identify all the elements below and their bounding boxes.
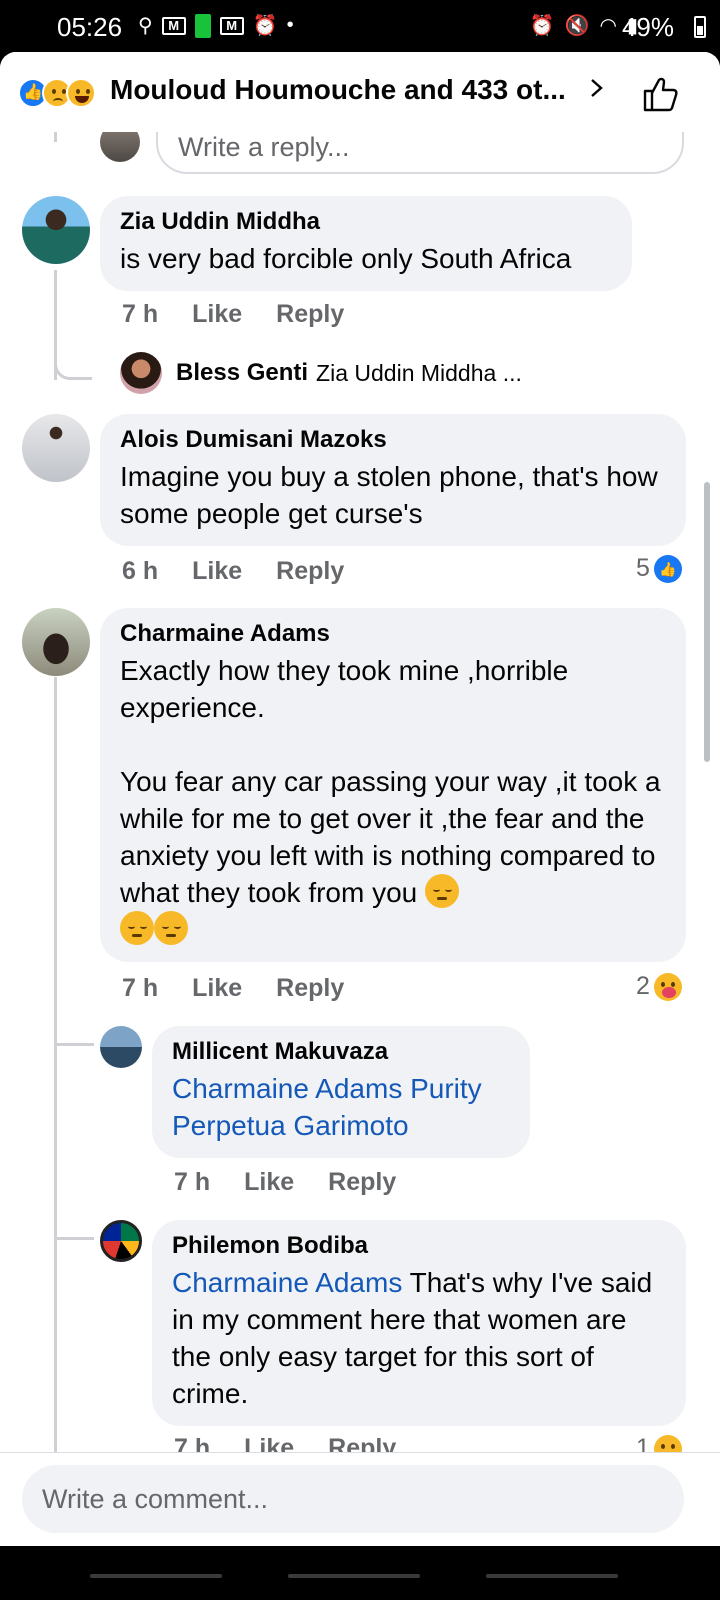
like-post-icon[interactable] (640, 74, 680, 114)
comment-author[interactable]: Alois Dumisani Mazoks (120, 426, 666, 454)
comment-input[interactable]: Write a comment... (22, 1465, 684, 1533)
comment-composer: Write a comment... (0, 1452, 720, 1546)
like-button[interactable]: Like (244, 1168, 294, 1197)
reply-button[interactable]: Reply (328, 1168, 396, 1197)
avatar[interactable] (100, 1220, 142, 1262)
reply-bubble[interactable]: Millicent Makuvaza Charmaine Adams Purit… (152, 1026, 530, 1158)
reply-author[interactable]: Philemon Bodiba (172, 1232, 666, 1260)
battery-percent: 49% (621, 12, 674, 42)
back-button[interactable] (486, 1574, 618, 1578)
like-button[interactable]: Like (192, 300, 242, 329)
comment-text: Imagine you buy a stolen phone, that's h… (120, 461, 666, 529)
mute-icon: 🔇 (564, 15, 590, 37)
comment-actions: 6 h Like Reply (122, 557, 344, 586)
haha-reaction-icon (66, 78, 96, 108)
care-reaction-icon (653, 972, 682, 1001)
like-button[interactable]: Like (192, 557, 242, 586)
mention-link[interactable]: Charmaine Adams Purity Perpetua Garimoto (172, 1073, 489, 1141)
comment-bubble[interactable]: Zia Uddin Middha is very bad forcible on… (100, 196, 632, 291)
reply-text: Charmaine Adams Purity Perpetua Garimoto (172, 1070, 510, 1144)
dot-icon: • (286, 14, 294, 36)
thread-connector (54, 1016, 94, 1046)
notification-icons: ⚲ M M ⏰ • (138, 13, 294, 38)
reaction-count[interactable]: 5 👍 (636, 554, 682, 583)
alarm-icon: ⏰ (252, 15, 278, 37)
reply-preview-text: Zia Uddin Middha ... (316, 359, 522, 386)
reply-preview[interactable]: Bless Genti Zia Uddin Middha ... (120, 352, 522, 394)
reply-button[interactable]: Reply (276, 557, 344, 586)
comment-time: 6 h (122, 557, 159, 585)
reply-time: 7 h (174, 1168, 211, 1196)
reply-button[interactable]: Reply (276, 974, 344, 1003)
alarm-status-icon: ⏰ (529, 15, 555, 37)
thread-line (54, 677, 57, 1452)
avatar[interactable] (100, 1026, 142, 1068)
comment-time: 7 h (122, 300, 159, 328)
home-button[interactable] (288, 1574, 420, 1578)
gmail-icon-2: M (219, 16, 244, 35)
pensive-emoji-icon (154, 911, 188, 945)
comment-bubble[interactable]: Charmaine Adams Exactly how they took mi… (100, 608, 686, 962)
comment-actions: 7 h Like Reply (122, 300, 344, 329)
comment-time: 7 h (122, 974, 159, 1002)
chevron-right-icon[interactable] (588, 79, 606, 97)
pensive-emoji-icon (425, 874, 460, 908)
reply-bubble[interactable]: Philemon Bodiba Charmaine Adams That's w… (152, 1220, 686, 1426)
reply-actions: 7 h Like Reply (174, 1168, 396, 1197)
avatar[interactable] (22, 196, 90, 264)
reactors-summary[interactable]: Mouloud Houmouche and 433 ot... (110, 74, 580, 106)
comment-actions: 7 h Like Reply (122, 974, 344, 1003)
comment-author[interactable]: Zia Uddin Middha (120, 208, 612, 236)
reply-author[interactable]: Bless Genti (176, 359, 308, 387)
recent-apps-button[interactable] (90, 1574, 222, 1578)
comment-text: is very bad forcible only South Africa (120, 243, 572, 274)
comment-text: Exactly how they took mine ,horrible exp… (120, 655, 661, 908)
battery-icon (694, 16, 706, 38)
gmail-icon: M (161, 16, 186, 35)
like-reaction-icon: 👍 (653, 554, 682, 583)
reply-author[interactable]: Millicent Makuvaza (172, 1038, 510, 1066)
like-button[interactable]: Like (192, 974, 242, 1003)
reaction-number: 5 (636, 554, 650, 582)
comment-bubble[interactable]: Alois Dumisani Mazoks Imagine you buy a … (100, 414, 686, 546)
reaction-number: 2 (636, 972, 650, 1000)
reply-text: Charmaine Adams That's why I've said in … (172, 1264, 666, 1412)
reaction-icons: 👍 (18, 78, 108, 108)
thread-line (54, 132, 57, 142)
usb-icon: ⚲ (138, 15, 153, 37)
battery-saver-icon (194, 13, 211, 38)
pensive-emoji-icon (120, 911, 154, 945)
avatar[interactable] (22, 414, 90, 482)
wifi-icon: ◠ (599, 15, 617, 37)
comments-sheet: 👍 Mouloud Houmouche and 433 ot... Write … (0, 52, 720, 1600)
comment-author[interactable]: Charmaine Adams (120, 620, 666, 648)
system-nav-bar (0, 1546, 720, 1600)
mention-link[interactable]: Charmaine Adams (172, 1267, 402, 1298)
scrollbar[interactable] (704, 482, 710, 762)
reaction-count[interactable]: 2 (636, 972, 682, 1001)
avatar (120, 352, 162, 394)
reactions-header[interactable]: 👍 Mouloud Houmouche and 433 ot... (0, 52, 720, 132)
status-time: 05:26 (57, 12, 123, 42)
reply-button[interactable]: Reply (276, 300, 344, 329)
thread-connector (54, 1210, 94, 1240)
status-bar: 05:26 ⚲ M M ⏰ • ⏰ 🔇 ◠ ▮ 49% (0, 0, 720, 52)
avatar[interactable] (22, 608, 90, 676)
thread-connector (54, 350, 92, 380)
comment-text-wrap: Exactly how they took mine ,horrible exp… (120, 652, 666, 948)
